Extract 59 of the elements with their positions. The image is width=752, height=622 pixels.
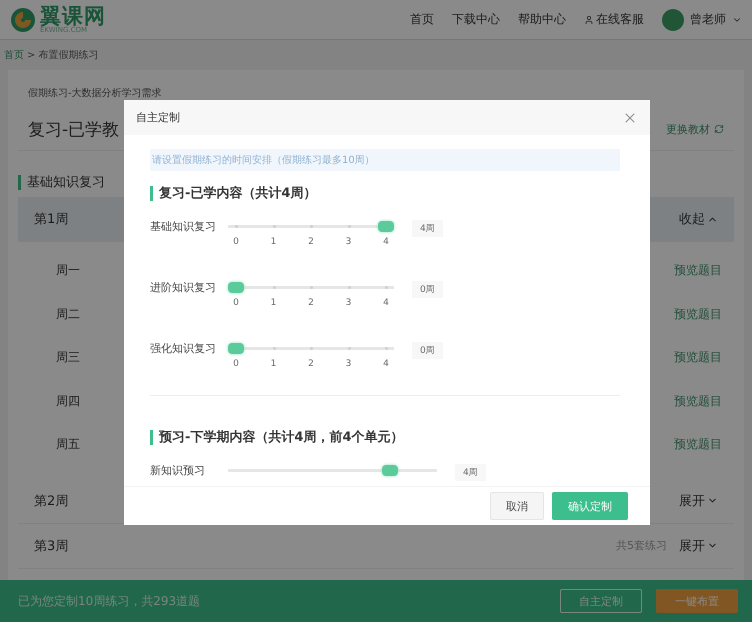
tick-label: 3 <box>346 298 352 308</box>
day-label: 周四 <box>56 392 80 410</box>
breadcrumb-link[interactable]: 首页 <box>4 48 24 62</box>
tick-label: 0 <box>233 298 239 308</box>
plan-title: 复习-已学教 <box>28 118 120 140</box>
day-label: 周五 <box>56 436 80 454</box>
nav-link[interactable]: 帮助中心 <box>518 11 566 28</box>
preview-link[interactable]: 预览题目 <box>674 349 722 366</box>
notice-text: 请设置假期练习的时间安排（假期练习最多10周） <box>150 149 620 171</box>
preview-link[interactable]: 预览题目 <box>674 392 722 410</box>
nav-link[interactable]: 首页 <box>410 11 434 28</box>
day-label: 周三 <box>56 349 80 366</box>
slider-label: 进阶知识复习 <box>150 281 217 295</box>
toggle-link[interactable]: 展开 <box>679 536 718 554</box>
week-label: 第2周 <box>34 492 68 510</box>
dialog-title: 自主定制 <box>136 110 180 125</box>
slider-value: 0周 <box>412 281 443 298</box>
toggle-link[interactable]: 收起 <box>679 210 718 228</box>
week-label: 第3周 <box>34 538 68 554</box>
group-title: 预习-下学期内容（共计4周，前4个单元） <box>159 428 404 446</box>
tick-label: 4 <box>383 237 389 247</box>
slider-value: 4周 <box>455 464 486 481</box>
slider-value: 0周 <box>412 342 443 359</box>
slider-label: 新知识预习 <box>150 464 206 478</box>
plan-summary: 已为您定制10周练习，共293道题 <box>18 592 200 610</box>
day-label: 周一 <box>56 262 80 280</box>
tick-label: 3 <box>346 237 352 247</box>
week-label: 第1周 <box>34 211 68 228</box>
intro-text: 假期练习-大数据分析学习需求 <box>27 86 163 101</box>
tick-label: 4 <box>383 298 389 308</box>
breadcrumb-separator: > <box>27 50 36 60</box>
toggle-link[interactable]: 展开 <box>679 492 718 510</box>
logo-name: 翼课网 <box>40 6 106 26</box>
preview-link[interactable]: 预览题目 <box>674 306 722 323</box>
tick-label: 0 <box>233 359 239 369</box>
tick-label: 2 <box>308 359 314 369</box>
tick-label: 1 <box>270 359 276 369</box>
confirm-button[interactable]: 确认定制 <box>552 492 628 520</box>
tick-label: 0 <box>233 237 239 247</box>
section-title: 基础知识复习 <box>27 174 105 191</box>
preview-link[interactable]: 预览题目 <box>674 262 722 280</box>
day-label: 周二 <box>56 306 80 323</box>
slider-label: 基础知识复习 <box>150 220 217 234</box>
tick-label: 2 <box>308 237 314 247</box>
slider-label: 强化知识复习 <box>150 342 217 356</box>
group-title: 复习-已学内容（共计4周） <box>159 184 316 202</box>
breadcrumb-current: 布置假期练习 <box>38 48 98 62</box>
tick-label: 1 <box>270 237 276 247</box>
user-menu[interactable]: 曾老师 <box>662 8 742 30</box>
tick-label: 2 <box>308 298 314 308</box>
nav-link[interactable]: 在线客服 <box>584 11 644 28</box>
preview-link[interactable]: 预览题目 <box>674 436 722 454</box>
tick-label: 4 <box>383 359 389 369</box>
cancel-button[interactable]: 取消 <box>490 492 544 520</box>
tick-label: 3 <box>346 359 352 369</box>
slider-value: 4周 <box>412 220 443 237</box>
nav-link[interactable]: 下载中心 <box>452 11 500 28</box>
tick-label: 1 <box>270 298 276 308</box>
change-textbook-link[interactable]: 更换教材 <box>666 122 724 136</box>
